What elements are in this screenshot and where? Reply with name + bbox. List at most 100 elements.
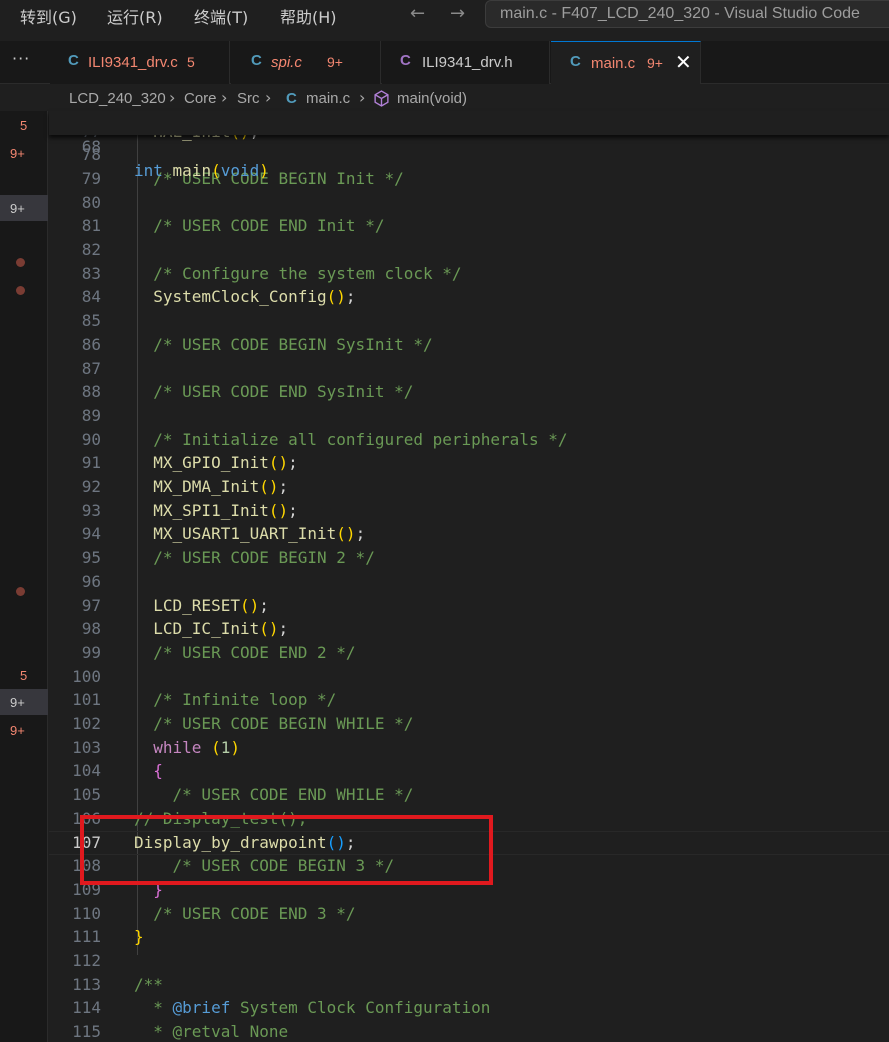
breadcrumb-symbol[interactable]: main(void) [397, 90, 467, 107]
code-token: /* USER CODE END 3 */ [134, 903, 356, 923]
code-token: () [268, 453, 289, 473]
code-text: /* USER CODE BEGIN WHILE */ [134, 712, 413, 736]
code-token: () [336, 524, 356, 544]
back-arrow-icon[interactable]: ← [410, 3, 425, 24]
problem-count-badge: 9+ [10, 723, 25, 738]
tab-bar: ··· C ILI9341_drv.c 5 C spi.c 9+ C ILI93… [0, 41, 889, 84]
line-number: 85 [81, 311, 101, 331]
chevron-right-icon: › [359, 88, 366, 107]
code-text: /* USER CODE END Init */ [134, 214, 384, 238]
code-line[interactable]: 102 /* USER CODE BEGIN WHILE */ [49, 712, 889, 736]
forward-arrow-icon[interactable]: → [450, 3, 465, 24]
code-line[interactable]: 99 /* USER CODE END 2 */ [49, 641, 889, 665]
code-line[interactable]: 91 MX_GPIO_Init(); [49, 451, 889, 475]
code-token: /* USER CODE END Init */ [134, 216, 385, 236]
code-token: MX_DMA_Init [134, 477, 260, 496]
breadcrumb-file[interactable]: main.c [306, 90, 350, 107]
code-line[interactable]: 85 [49, 309, 889, 333]
code-line[interactable]: 89 [49, 404, 889, 428]
code-text: { [134, 759, 163, 783]
code-text: LCD_IC_Init(); [134, 617, 288, 641]
code-line[interactable]: 80 [49, 191, 889, 215]
code-line[interactable]: 86 /* USER CODE BEGIN SysInit */ [49, 333, 889, 357]
close-icon[interactable]: ✕ [675, 50, 692, 74]
menu-help[interactable]: 帮助(H) [280, 4, 337, 28]
code-text: * @brief System Clock Configuration [134, 996, 490, 1020]
code-line[interactable]: 104 { [49, 759, 889, 783]
code-token: /* USER CODE BEGIN SysInit */ [134, 334, 433, 354]
code-line[interactable]: 101 /* Infinite loop */ [49, 688, 889, 712]
code-token: LCD_RESET [134, 595, 240, 615]
code-line[interactable]: 103 while (1) [49, 736, 889, 760]
code-token: () [259, 619, 279, 639]
line-number: 114 [72, 998, 101, 1018]
more-actions-icon[interactable]: ··· [12, 49, 30, 68]
code-token: ; [278, 477, 289, 496]
line-number: 102 [72, 714, 101, 733]
tab-ili9341-drv-h[interactable]: C ILI9341_drv.h [382, 41, 550, 84]
menu-terminal[interactable]: 终端(T) [194, 4, 248, 28]
line-number: 86 [81, 334, 101, 354]
code-line[interactable]: 93 MX_SPI1_Init(); [49, 499, 889, 523]
code-token: /* USER CODE END SysInit */ [134, 382, 414, 402]
code-text: /* USER CODE BEGIN SysInit */ [134, 333, 433, 357]
problem-count-badge: 9+ [10, 695, 25, 710]
tab-spi-c[interactable]: C spi.c 9+ [231, 41, 381, 84]
code-editor[interactable]: 77 HAL_Init();7879 /* USER CODE BEGIN In… [49, 111, 889, 1042]
line-number: 113 [72, 974, 101, 994]
code-line[interactable]: 92 MX_DMA_Init(); [49, 475, 889, 499]
line-number: 100 [72, 666, 101, 686]
code-line[interactable]: 111} [49, 925, 889, 949]
code-line[interactable]: 115 * @retval None [49, 1020, 889, 1042]
code-token: * @retval None [134, 1022, 289, 1042]
line-number: 84 [81, 287, 101, 307]
code-text: } [134, 925, 144, 949]
command-center[interactable]: main.c - F407_LCD_240_320 - Visual Studi… [485, 0, 889, 28]
code-line[interactable]: 88 /* USER CODE END SysInit */ [49, 380, 889, 404]
code-line[interactable]: 96 [49, 570, 889, 594]
code-token: ; [288, 500, 298, 520]
breadcrumb-folder[interactable]: Src [237, 90, 260, 107]
breakpoint-dot-icon[interactable] [16, 286, 25, 295]
code-line[interactable]: 83 /* Configure the system clock */ [49, 262, 889, 286]
code-token: MX_GPIO_Init [134, 453, 269, 473]
code-line[interactable]: 100 [49, 665, 889, 689]
code-line[interactable]: 87 [49, 357, 889, 381]
problem-count-badge: 9+ [10, 146, 25, 161]
code-token: /* USER CODE BEGIN WHILE */ [134, 714, 414, 733]
code-line[interactable]: 81 /* USER CODE END Init */ [49, 214, 889, 238]
code-line[interactable]: 82 [49, 238, 889, 262]
breadcrumb-folder[interactable]: Core [184, 90, 217, 107]
code-line[interactable]: 94 MX_USART1_UART_Init(); [49, 522, 889, 546]
tab-main-c[interactable]: C main.c 9+ ✕ [551, 41, 701, 84]
sticky-scroll-header[interactable]: 68 int main(void) [49, 111, 889, 180]
code-line[interactable]: 84 SystemClock_Config(); [49, 285, 889, 309]
line-number: 110 [72, 903, 101, 923]
breakpoint-dot-icon[interactable] [16, 258, 25, 267]
line-number: 95 [81, 548, 101, 568]
menu-goto[interactable]: 转到(G) [20, 4, 77, 28]
code-line[interactable]: 114 * @brief System Clock Configuration [49, 996, 889, 1020]
menu-run[interactable]: 运行(R) [107, 4, 163, 28]
tab-label: main.c [591, 55, 636, 72]
breadcrumb-folder[interactable]: LCD_240_320 [69, 90, 166, 107]
tab-ili9341-drv-c[interactable]: C ILI9341_drv.c 5 [50, 41, 230, 84]
code-line[interactable]: 110 /* USER CODE END 3 */ [49, 902, 889, 926]
breakpoint-dot-icon[interactable] [16, 587, 25, 596]
code-line[interactable]: 97 LCD_RESET(); [49, 594, 889, 618]
line-number: 68 [81, 137, 101, 156]
code-line[interactable]: 98 LCD_IC_Init(); [49, 617, 889, 641]
breadcrumb: LCD_240_320 › Core › Src › C main.c › ma… [0, 85, 889, 111]
code-line[interactable]: 112 [49, 949, 889, 973]
red-highlight-box [80, 815, 493, 885]
code-line[interactable]: 95 /* USER CODE BEGIN 2 */ [49, 546, 889, 570]
code-line[interactable]: 90 /* Initialize all configured peripher… [49, 428, 889, 452]
code-line[interactable]: 113 /** [49, 973, 889, 997]
problem-count-badge: 5 [187, 54, 195, 70]
code-token: while [134, 737, 202, 757]
line-number: 83 [81, 263, 101, 283]
code-token: LCD_IC_Init [134, 619, 260, 639]
tab-label: ILI9341_drv.c [88, 54, 178, 71]
code-line[interactable]: 105 /* USER CODE END WHILE */ [49, 783, 889, 807]
code-token: /* Configure the system clock */ [134, 263, 462, 283]
